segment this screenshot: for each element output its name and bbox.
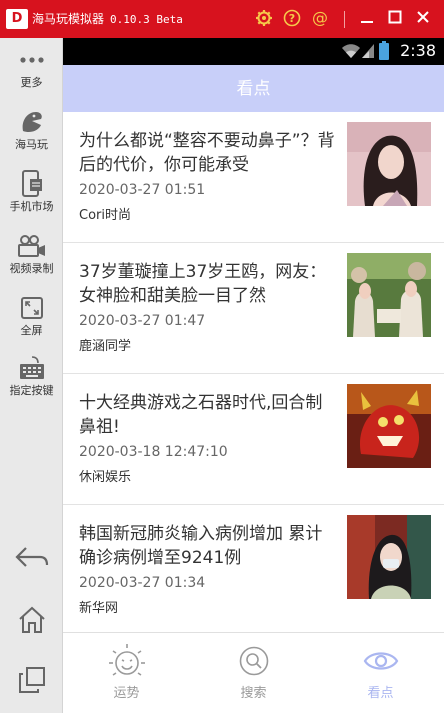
signal-icon <box>361 43 375 63</box>
app-name: 海马玩模拟器 <box>32 12 105 26</box>
search-icon <box>190 641 317 681</box>
tab-label: 看点 <box>367 686 394 701</box>
tab-label: 运势 <box>113 686 140 701</box>
news-title[interactable]: 十大经典游戏之石器时代,回合制鼻祖! <box>79 391 335 439</box>
bottom-nav: 运势 搜索 看点 <box>63 632 444 713</box>
tab-label: 搜索 <box>240 686 267 701</box>
news-card[interactable]: 为什么都说“整容不要动鼻子”？背后的代价，你可能承受 2020-03-27 01… <box>63 112 444 243</box>
battery-icon <box>379 41 389 64</box>
sun-face-icon <box>63 641 190 681</box>
emulator-window: D 海马玩模拟器 0.10.3 Beta ? @ 更多 海马玩 手机市场 视频录… <box>0 0 444 713</box>
news-thumbnail[interactable] <box>347 515 431 599</box>
news-card[interactable]: 十大经典游戏之石器时代,回合制鼻祖! 2020-03-18 12:47:10 休… <box>63 374 444 505</box>
app-version: 0.10.3 Beta <box>110 13 183 26</box>
status-bar: 2:38 <box>63 38 444 65</box>
back-icon[interactable] <box>0 538 63 578</box>
news-thumbnail[interactable] <box>347 253 431 337</box>
sidebar-item-more[interactable]: 更多 <box>0 46 63 90</box>
news-title[interactable]: 为什么都说“整容不要动鼻子”？背后的代价，你可能承受 <box>79 129 335 177</box>
video-record-icon <box>0 232 63 260</box>
settings-icon[interactable] <box>254 9 274 29</box>
sidebar-item-label: 指定按键 <box>9 384 54 397</box>
page-title: 看点 <box>236 79 271 99</box>
sidebar-item-fullscreen[interactable]: 全屏 <box>0 294 63 338</box>
news-thumbnail[interactable] <box>347 384 431 468</box>
sidebar-item-video-record[interactable]: 视频录制 <box>0 232 63 276</box>
sidebar-item-phone-market[interactable]: 手机市场 <box>0 170 63 214</box>
svg-text:?: ? <box>289 12 295 25</box>
minimize-icon[interactable] <box>357 9 377 29</box>
tab-search[interactable]: 搜索 <box>190 633 317 713</box>
close-icon[interactable] <box>413 9 433 29</box>
news-date: 2020-03-27 01:51 <box>79 182 206 198</box>
title-bar: D 海马玩模拟器 0.10.3 Beta ? @ <box>0 0 444 38</box>
fullscreen-icon <box>0 294 63 322</box>
page-header: 看点 <box>63 65 444 112</box>
news-source: 休闲娱乐 <box>79 470 132 485</box>
news-card[interactable]: 37岁董璇撞上37岁王鸥，网友：女神脸和甜美脸一目了然 2020-03-27 0… <box>63 243 444 374</box>
sidebar-item-label: 海马玩 <box>15 138 48 151</box>
eye-icon <box>317 641 444 681</box>
news-title[interactable]: 韩国新冠肺炎输入病例增加 累计确诊病例增至9241例 <box>79 522 335 570</box>
status-time: 2:38 <box>400 41 436 60</box>
news-thumbnail[interactable] <box>347 122 431 206</box>
app-logo-icon: D <box>6 9 28 29</box>
news-source: 鹿涵同学 <box>79 339 132 354</box>
sidebar-item-keymap[interactable]: 指定按键 <box>0 354 63 398</box>
news-title[interactable]: 37岁董璇撞上37岁王鸥，网友：女神脸和甜美脸一目了然 <box>79 260 335 308</box>
at-icon[interactable]: @ <box>310 8 330 29</box>
wifi-icon <box>341 43 361 63</box>
tab-highlights[interactable]: 看点 <box>317 633 444 713</box>
sidebar-item-label: 全屏 <box>20 324 43 337</box>
sidebar-item-label: 更多 <box>20 76 43 89</box>
news-feed[interactable]: 为什么都说“整容不要动鼻子”？背后的代价，你可能承受 2020-03-27 01… <box>63 112 444 632</box>
news-card[interactable]: 韩国新冠肺炎输入病例增加 累计确诊病例增至9241例 2020-03-27 01… <box>63 505 444 632</box>
sidebar-item-haima[interactable]: 海马玩 <box>0 108 63 152</box>
sidebar-item-label: 手机市场 <box>9 200 54 213</box>
sidebar-item-label: 视频录制 <box>9 262 54 275</box>
svg-text:@: @ <box>312 9 328 27</box>
title-separator <box>344 11 345 28</box>
more-dots-icon <box>0 46 63 74</box>
emulator-sidebar: 更多 海马玩 手机市场 视频录制 全屏 指定按键 <box>0 38 63 713</box>
news-date: 2020-03-27 01:34 <box>79 575 206 591</box>
maximize-icon[interactable] <box>385 9 405 29</box>
news-date: 2020-03-27 01:47 <box>79 313 206 329</box>
help-icon[interactable]: ? <box>282 9 302 29</box>
news-date: 2020-03-18 12:47:10 <box>79 444 228 460</box>
haima-logo-icon <box>0 108 63 136</box>
keyboard-icon <box>0 354 63 382</box>
tab-fortune[interactable]: 运势 <box>63 633 190 713</box>
recent-apps-icon[interactable] <box>0 660 63 700</box>
home-icon[interactable] <box>0 600 63 640</box>
phone-market-icon <box>0 170 63 198</box>
news-source: Cori时尚 <box>79 208 131 223</box>
news-source: 新华网 <box>79 601 119 616</box>
